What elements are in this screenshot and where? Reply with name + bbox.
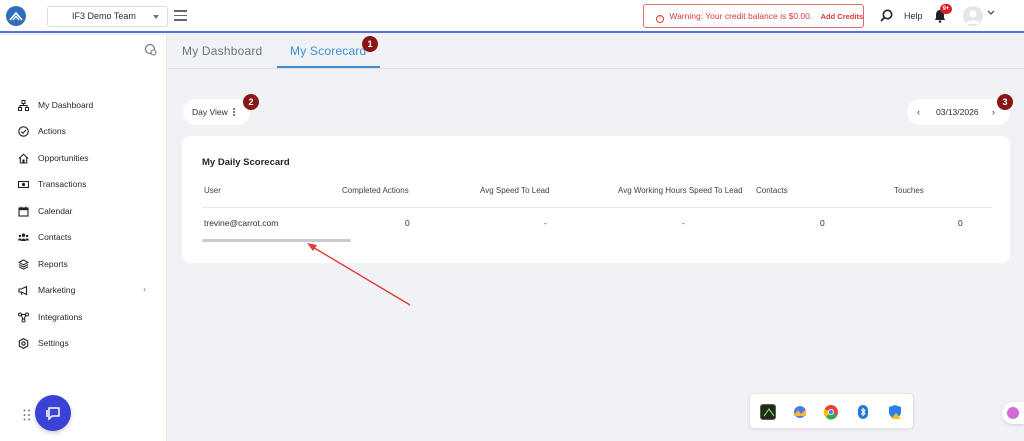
marketing-expand-chevron-icon[interactable]: › <box>143 284 146 294</box>
credit-warning-text: Warning: Your credit balance is $0.00. <box>669 11 813 21</box>
column-header-completed-actions: Completed Actions <box>342 186 409 195</box>
security-app-icon[interactable] <box>887 404 903 420</box>
top-bar: IF3 Demo Team ! Warning: Your credit bal… <box>0 0 1024 33</box>
sidebar-item-label: Marketing <box>38 285 76 295</box>
previous-date-icon[interactable]: ‹ <box>917 99 920 125</box>
sidebar-item-integrations[interactable]: Integrations <box>18 310 82 324</box>
next-date-icon[interactable]: › <box>992 99 995 125</box>
credit-warning-banner: ! Warning: Your credit balance is $0.00.… <box>643 4 864 28</box>
column-header-avg-speed-to-lead: Avg Speed To Lead <box>480 186 550 195</box>
chevron-down-icon[interactable] <box>987 10 995 16</box>
caret-down-icon <box>153 15 159 19</box>
sidebar-item-label: Settings <box>38 338 69 348</box>
date-navigator: ‹ 03/13/2026 › <box>907 99 1010 125</box>
column-header-avg-working-hours-speed-to-lead: Avg Working Hours Speed To Lead <box>618 186 743 195</box>
notification-badge: 9+ <box>940 4 952 14</box>
search-icon[interactable] <box>880 9 893 22</box>
drag-handle-icon[interactable] <box>23 409 31 421</box>
selected-date[interactable]: 03/13/2026 <box>936 99 979 125</box>
person-icon <box>966 10 980 24</box>
header-divider <box>202 207 992 208</box>
card-title: My Daily Scorecard <box>202 157 290 168</box>
layers-icon <box>18 258 29 270</box>
terminal-app-icon[interactable] <box>760 404 776 420</box>
sidebar-item-actions[interactable]: Actions <box>18 124 66 138</box>
active-tab-indicator <box>277 66 380 68</box>
sidebar-item-label: Calendar <box>38 206 73 216</box>
sidebar-item-marketing[interactable]: Marketing <box>18 283 75 297</box>
sidebar-item-settings[interactable]: Settings <box>18 336 69 350</box>
hamburger-menu-icon[interactable] <box>174 10 187 21</box>
team-select[interactable]: IF3 Demo Team <box>47 6 168 27</box>
app-logo[interactable] <box>6 6 26 26</box>
cell-user: trevine@carrot.com <box>204 218 279 228</box>
day-view-dropdown[interactable]: Day View <box>183 99 250 125</box>
assistant-button[interactable] <box>1002 402 1024 424</box>
mountain-logo-icon <box>9 11 23 21</box>
dashboard-tabs: My Dashboard My Scorecard <box>168 35 1024 69</box>
cell-avg-working-hours-speed-to-lead: - <box>682 218 685 228</box>
sidebar: My Dashboard Actions Opportunities Trans… <box>0 35 167 441</box>
sidebar-item-reports[interactable]: Reports <box>18 257 68 271</box>
check-circle-icon <box>18 125 29 137</box>
sitemap-icon <box>18 99 29 111</box>
team-select-value: IF3 Demo Team <box>72 11 136 21</box>
sidebar-item-opportunities[interactable]: Opportunities <box>18 151 89 165</box>
sidebar-item-calendar[interactable]: Calendar <box>18 204 73 218</box>
chat-icon <box>46 407 60 421</box>
bluetooth-app-icon[interactable] <box>855 404 871 420</box>
help-link[interactable]: Help <box>904 11 923 21</box>
warning-circle-icon: ! <box>656 15 664 23</box>
tab-my-scorecard[interactable]: My Scorecard <box>290 44 366 58</box>
sidebar-item-label: My Dashboard <box>38 100 94 110</box>
sidebar-item-label: Integrations <box>38 312 83 322</box>
sidebar-item-label: Transactions <box>38 179 87 189</box>
column-header-touches: Touches <box>894 186 924 195</box>
cell-completed-actions: 0 <box>405 218 410 228</box>
column-header-user: User <box>204 186 221 195</box>
sidebar-item-transactions[interactable]: Transactions <box>18 177 86 191</box>
cell-touches: 0 <box>958 218 963 228</box>
nodes-icon <box>18 312 29 323</box>
callout-marker-3: 3 <box>997 94 1013 110</box>
gear-icon <box>18 337 29 349</box>
sidebar-item-label: Reports <box>38 259 68 269</box>
taskbar-dock <box>749 393 914 429</box>
sidebar-item-label: Actions <box>38 126 66 136</box>
add-credits-link[interactable]: Add Credits <box>821 12 864 21</box>
tab-my-dashboard[interactable]: My Dashboard <box>182 44 262 58</box>
settings-cog-icon[interactable] <box>144 43 157 56</box>
column-header-contacts: Contacts <box>756 186 788 195</box>
horizontal-scrollbar[interactable] <box>202 239 351 242</box>
home-icon <box>18 152 29 164</box>
day-view-label: Day View <box>192 107 228 117</box>
users-icon <box>18 232 29 243</box>
user-avatar[interactable] <box>963 6 983 26</box>
daily-scorecard-card: My Daily Scorecard User Completed Action… <box>182 136 1010 263</box>
money-icon <box>18 179 29 190</box>
callout-marker-2: 2 <box>243 94 259 110</box>
cell-contacts: 0 <box>820 218 825 228</box>
sidebar-item-label: Contacts <box>38 232 72 242</box>
sidebar-item-contacts[interactable]: Contacts <box>18 230 72 244</box>
calendar-icon <box>18 206 29 217</box>
callout-marker-1: 1 <box>362 36 378 52</box>
sidebar-item-label: Opportunities <box>38 153 89 163</box>
photos-app-icon[interactable] <box>792 404 808 420</box>
chat-button[interactable] <box>35 395 71 431</box>
cell-avg-speed-to-lead: - <box>544 218 547 228</box>
sidebar-item-my-dashboard[interactable]: My Dashboard <box>18 98 93 112</box>
brain-icon <box>1007 407 1019 419</box>
megaphone-icon <box>18 285 29 296</box>
kebab-menu-icon <box>233 108 235 118</box>
chrome-app-icon[interactable] <box>823 404 839 420</box>
